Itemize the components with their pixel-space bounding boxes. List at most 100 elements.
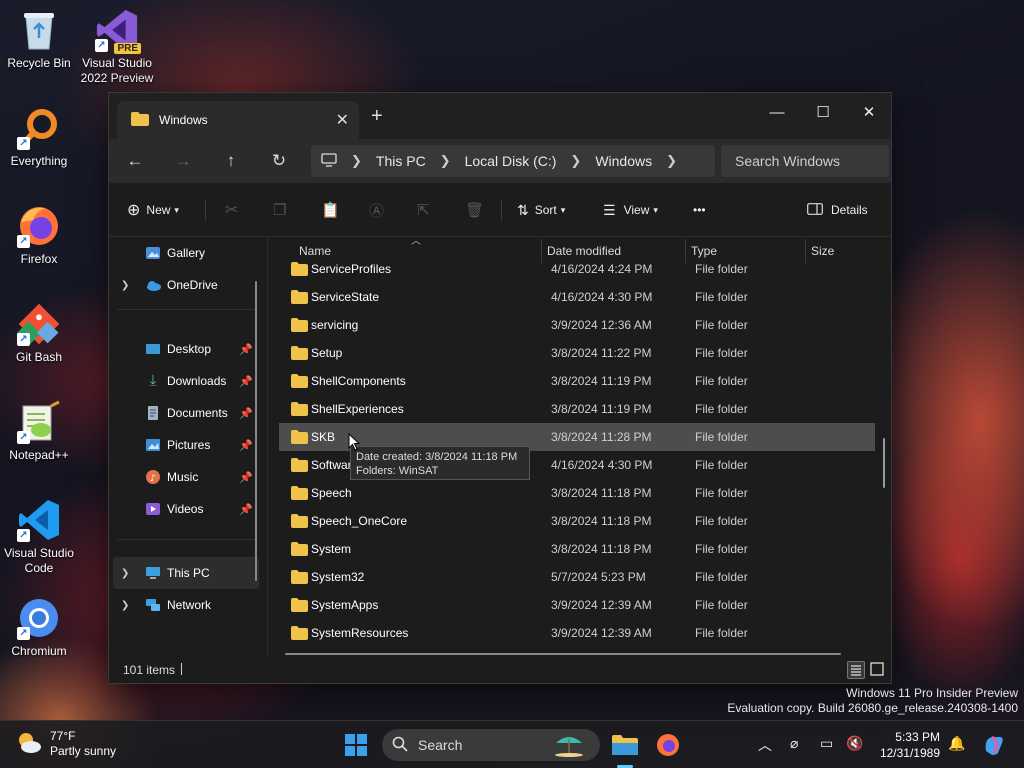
forward-button[interactable]: → (167, 147, 199, 175)
table-row[interactable]: System32 5/7/2024 5:23 PM File folder (279, 563, 875, 591)
desktop-icon-firefox[interactable]: ↗ Firefox (1, 204, 77, 267)
file-date: 4/16/2024 4:30 PM (551, 458, 653, 472)
notification-bell-icon[interactable]: 🔔 (948, 735, 965, 752)
table-row[interactable]: Setup 3/8/2024 11:22 PM File folder (279, 339, 875, 367)
breadcrumb-windows[interactable]: Windows (595, 153, 652, 169)
weather-temperature: 77°F (50, 729, 76, 743)
sidebar-divider (117, 539, 257, 540)
start-button[interactable] (340, 729, 372, 761)
breadcrumb-local-disk[interactable]: Local Disk (C:) (465, 153, 557, 169)
taskbar-firefox[interactable] (652, 729, 684, 761)
details-label: Details (831, 203, 868, 217)
tab-windows[interactable]: Windows ✕ (117, 101, 359, 139)
file-list-vertical-scrollbar[interactable] (883, 438, 885, 488)
file-date: 4/16/2024 4:24 PM (551, 262, 653, 276)
details-pane-button[interactable]: Details (807, 197, 868, 223)
display-icon[interactable]: ▭ (820, 735, 833, 752)
table-row[interactable]: Speech_OneCore 3/8/2024 11:18 PM File fo… (279, 507, 875, 535)
table-row[interactable]: ShellComponents 3/8/2024 11:19 PM File f… (279, 367, 875, 395)
chevron-right-icon: ❯ (666, 153, 678, 168)
desktop-icon-notepadpp[interactable]: ↗ Notepad++ (1, 400, 77, 463)
taskbar-search-box[interactable]: Search (382, 729, 600, 761)
desktop-icon-chromium[interactable]: ↗ Chromium (1, 596, 77, 659)
partly-sunny-icon (16, 730, 42, 759)
view-button[interactable]: ☰ View ▾ (603, 197, 658, 223)
sidebar-item-gallery[interactable]: Gallery (113, 237, 259, 269)
pin-icon[interactable]: 📌 (239, 343, 253, 356)
sidebar-item-desktop[interactable]: Desktop 📌 (113, 333, 259, 365)
sidebar-scrollbar[interactable] (255, 281, 257, 581)
chevron-right-icon[interactable]: ❯ (121, 600, 137, 611)
taskbar-file-explorer[interactable] (609, 729, 641, 761)
desktop-icon-label: Visual Studio Code (4, 546, 74, 575)
table-row[interactable]: ServiceState 4/16/2024 4:30 PM File fold… (279, 283, 875, 311)
chevron-right-icon[interactable]: ❯ (121, 568, 137, 579)
pin-icon[interactable]: 📌 (239, 471, 253, 484)
file-date: 3/9/2024 12:39 AM (551, 598, 652, 612)
sidebar-item-onedrive[interactable]: ❯ OneDrive (113, 269, 259, 301)
minimize-button[interactable]: — (754, 99, 800, 129)
new-button[interactable]: ⊕ New ▾ (127, 197, 179, 223)
clock[interactable]: 5:33 PM 12/31/1989 (876, 729, 940, 761)
recycle-bin-icon (17, 8, 61, 52)
pane-divider[interactable] (267, 237, 268, 657)
table-row[interactable]: ShellExperiences 3/8/2024 11:19 PM File … (279, 395, 875, 423)
sort-button[interactable]: ⇅ Sort ▾ (517, 197, 565, 223)
table-row[interactable]: servicing 3/9/2024 12:36 AM File folder (279, 311, 875, 339)
sidebar-item-documents[interactable]: Documents 📌 (113, 397, 259, 429)
table-row[interactable]: SystemApps 3/9/2024 12:39 AM File folder (279, 591, 875, 619)
shortcut-arrow-icon: ↗ (17, 137, 30, 150)
weather-widget[interactable]: 77°F Partly sunny (16, 729, 116, 759)
mouse-cursor-icon (348, 433, 360, 451)
network-disconnected-icon[interactable]: ⌀ (790, 735, 798, 752)
search-input[interactable]: Search Windows (721, 145, 889, 177)
table-row[interactable]: System 3/8/2024 11:18 PM File folder (279, 535, 875, 563)
file-type: File folder (695, 262, 748, 276)
file-date: 3/8/2024 11:28 PM (551, 430, 652, 444)
folder-icon (291, 514, 308, 531)
sidebar-item-network[interactable]: ❯ Network (113, 589, 259, 621)
up-button[interactable]: ↑ (215, 147, 247, 175)
more-options-button[interactable]: ••• (693, 197, 706, 223)
pin-icon[interactable]: 📌 (239, 375, 253, 388)
chevron-right-icon[interactable]: ❯ (121, 280, 137, 291)
sort-icon: ⇅ (517, 201, 529, 218)
copy-icon[interactable]: ❐ (273, 197, 286, 223)
table-row[interactable]: SystemResources 3/9/2024 12:39 AM File f… (279, 619, 875, 647)
table-row[interactable]: ServiceProfiles 4/16/2024 4:24 PM File f… (279, 255, 875, 283)
desktop-icon-everything[interactable]: ↗ Everything (1, 106, 77, 169)
sidebar-item-this-pc[interactable]: ❯ This PC (113, 557, 259, 589)
close-tab-button[interactable]: ✕ (336, 110, 349, 130)
paste-icon[interactable]: 📋 (321, 197, 340, 223)
back-button[interactable]: ← (119, 147, 151, 175)
sidebar-item-videos[interactable]: Videos 📌 (113, 493, 259, 525)
pin-icon[interactable]: 📌 (239, 503, 253, 516)
cut-icon[interactable]: ✂ (225, 197, 238, 223)
maximize-button[interactable]: ☐ (800, 99, 846, 129)
refresh-button[interactable]: ↻ (263, 147, 295, 175)
delete-icon[interactable]: 🗑 (465, 197, 484, 223)
close-window-button[interactable]: ✕ (846, 99, 892, 129)
large-icons-view-icon[interactable] (869, 661, 887, 679)
desktop-icon-vscode[interactable]: ↗ Visual Studio Code (1, 498, 77, 576)
sidebar-item-downloads[interactable]: ⤓ Downloads 📌 (113, 365, 259, 397)
new-tab-button[interactable]: + (371, 105, 383, 128)
desktop-icon-git-bash[interactable]: ↗ Git Bash (1, 302, 77, 365)
details-view-icon[interactable] (847, 661, 865, 679)
table-row[interactable]: Speech 3/8/2024 11:18 PM File folder (279, 479, 875, 507)
copilot-icon[interactable] (978, 729, 1010, 761)
breadcrumb-this-pc[interactable]: This PC (376, 153, 426, 169)
file-date: 4/16/2024 4:30 PM (551, 290, 653, 304)
address-bar[interactable]: ❯ This PC ❯ Local Disk (C:) ❯ Windows ❯ (311, 145, 715, 177)
share-icon[interactable]: ⇱ (417, 197, 430, 223)
sidebar-item-music[interactable]: ♪ Music 📌 (113, 461, 259, 493)
sidebar-item-pictures[interactable]: Pictures 📌 (113, 429, 259, 461)
desktop-icon-recycle-bin[interactable]: Recycle Bin (1, 8, 77, 71)
desktop-icon-visual-studio[interactable]: ↗ PRE Visual Studio 2022 Preview (79, 8, 155, 86)
chevron-up-icon[interactable]: ︿ (758, 735, 772, 755)
pin-icon[interactable]: 📌 (239, 439, 253, 452)
file-list-horizontal-scrollbar[interactable] (285, 653, 841, 655)
pin-icon[interactable]: 📌 (239, 407, 253, 420)
rename-icon[interactable]: Ⓐ (369, 197, 384, 223)
volume-muted-icon[interactable]: 🔇 (846, 735, 863, 752)
